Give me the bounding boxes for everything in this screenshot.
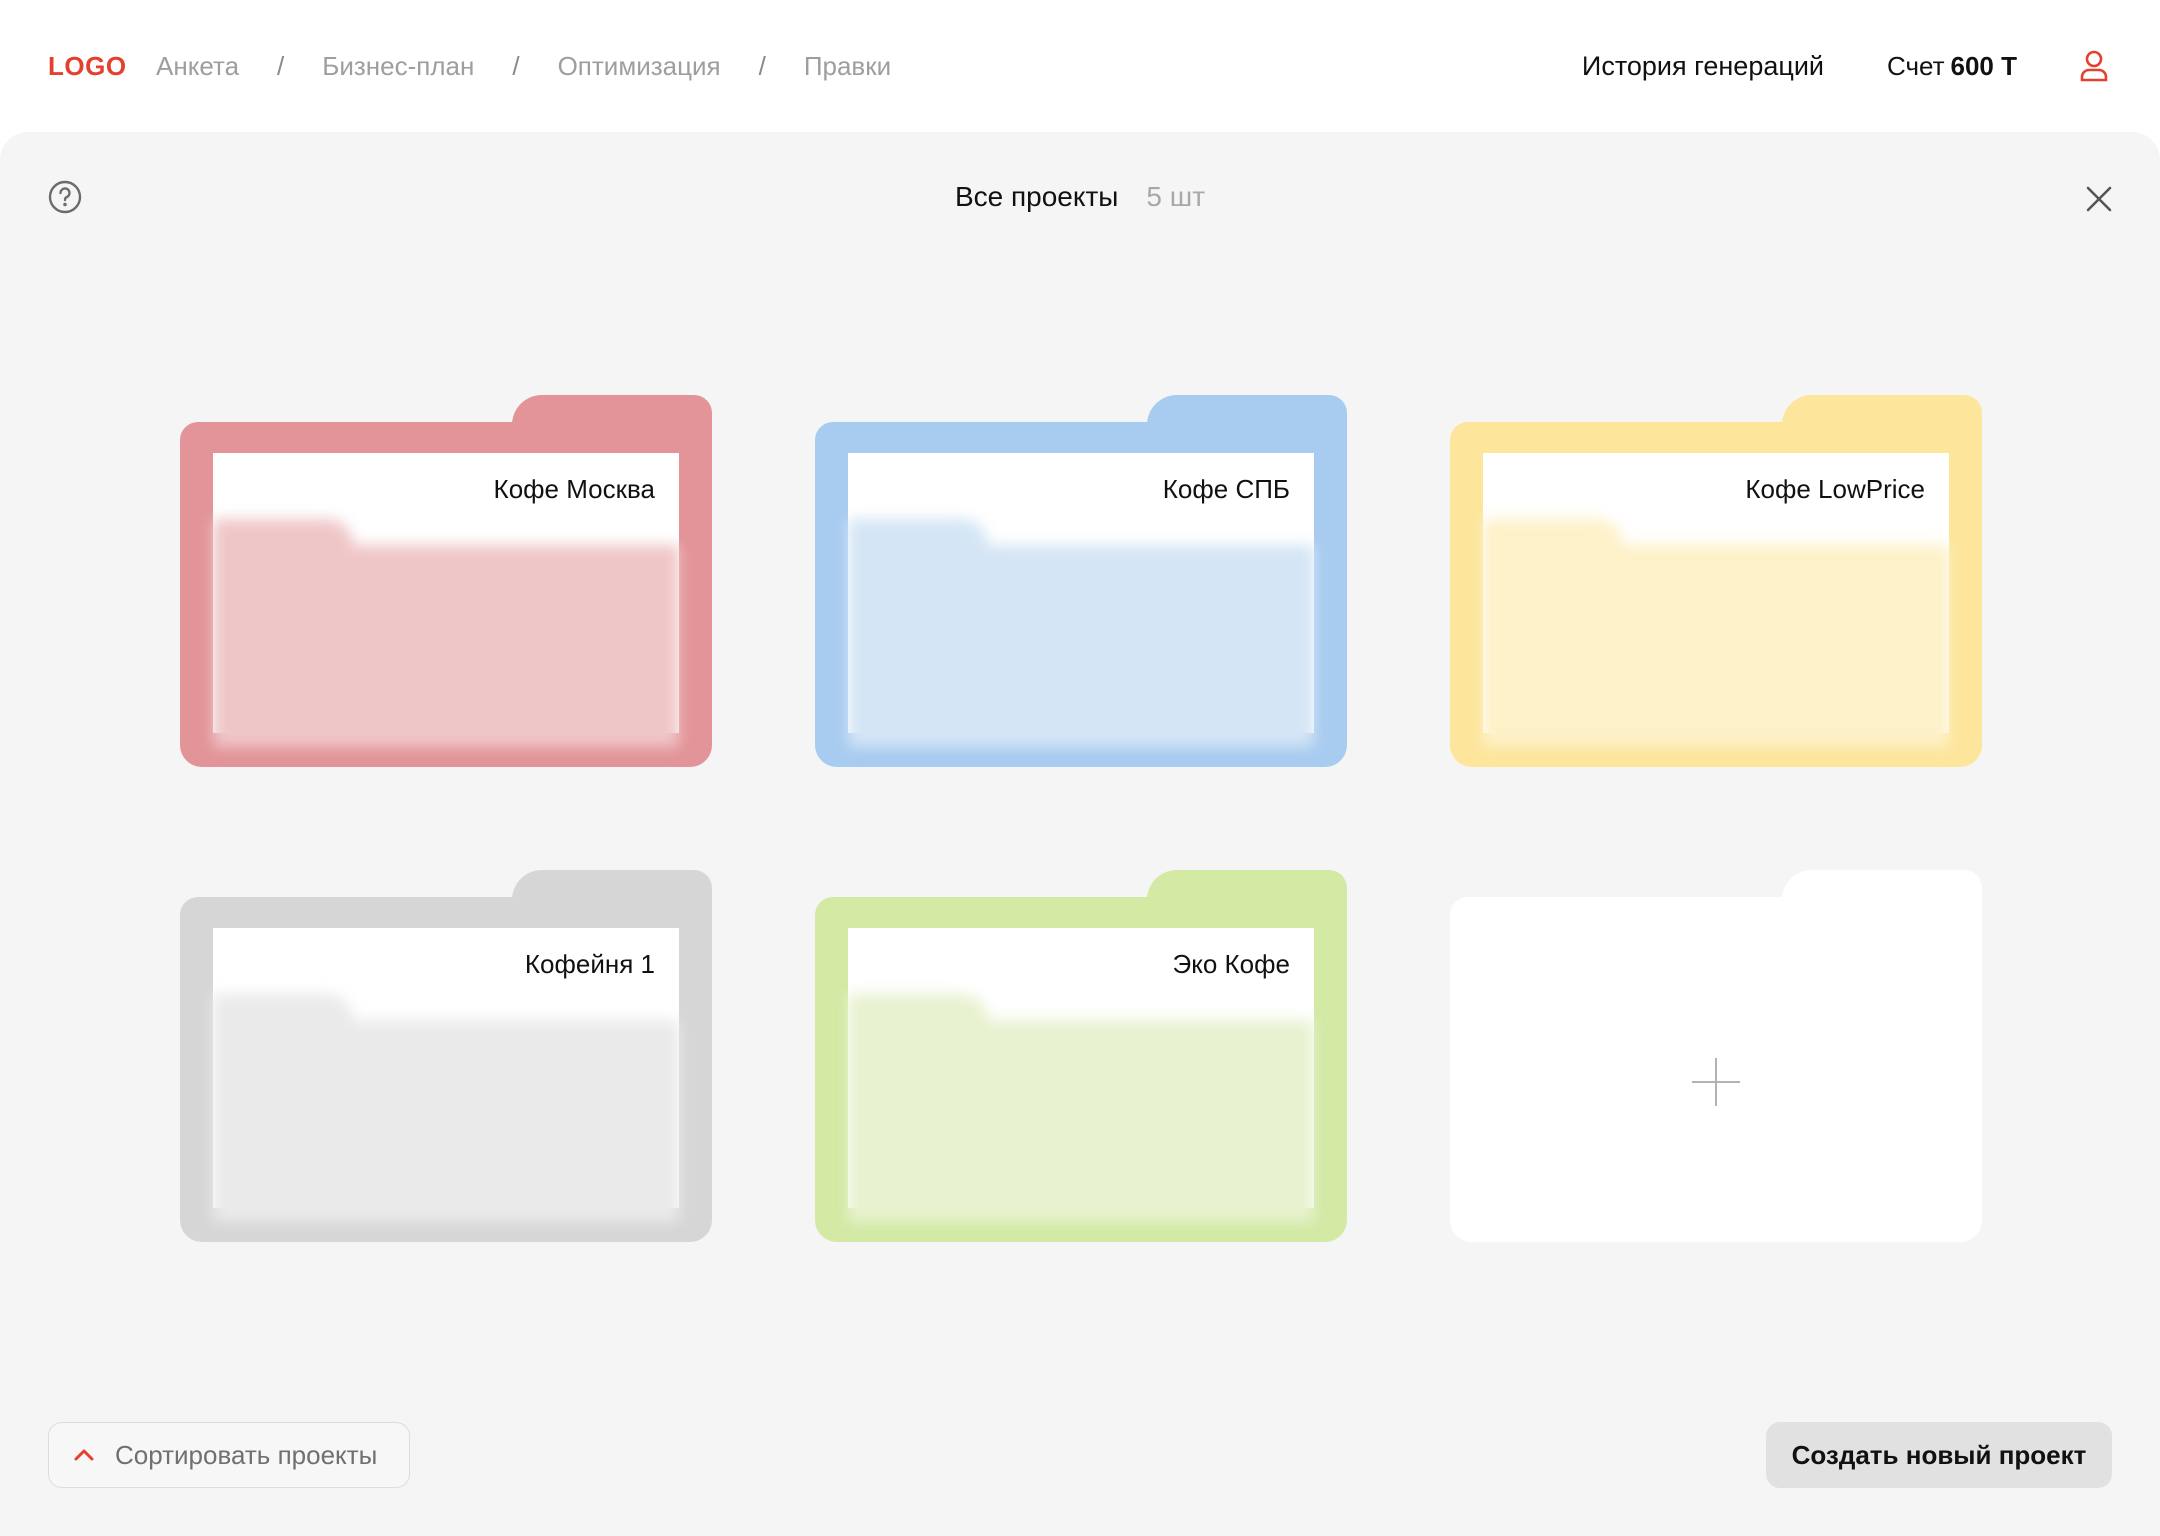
breadcrumb-separator: / [512, 51, 520, 81]
folder-pocket [213, 994, 679, 1222]
breadcrumb: Анкета / Бизнес-план / Оптимизация / Пра… [156, 50, 891, 82]
chevron-up-icon [74, 1449, 94, 1461]
folder-pocket [213, 519, 679, 747]
project-folder[interactable]: Эко Кофе [815, 870, 1347, 1242]
folder-pocket [848, 994, 1314, 1222]
breadcrumb-item-anketa[interactable]: Анкета [156, 50, 239, 82]
project-name: Кофейня 1 [524, 949, 655, 979]
projects-count: 5 шт [1146, 181, 1206, 212]
projects-panel: Все проекты 5 шт Кофе Москва Кофе СПБ Коф… [0, 132, 2160, 1536]
close-icon[interactable] [2082, 182, 2116, 216]
logo[interactable]: LOGO [48, 50, 127, 82]
project-folder[interactable]: Кофе Москва [180, 395, 712, 767]
project-name: Кофе Москва [493, 474, 655, 504]
folder-pocket [1483, 519, 1949, 747]
breadcrumb-separator: / [758, 51, 766, 81]
project-folder[interactable]: Кофейня 1 [180, 870, 712, 1242]
project-name: Эко Кофе [1172, 949, 1291, 979]
account-balance: Счет 600 Т [1887, 50, 2017, 82]
sort-projects-button[interactable]: Сортировать проекты [48, 1422, 410, 1488]
generation-history-link[interactable]: История генераций [1582, 50, 1824, 82]
page-title-text: Все проекты [954, 181, 1119, 212]
user-icon[interactable] [2076, 48, 2112, 84]
balance-amount: 600 Т [1950, 51, 2018, 81]
project-name: Кофе СПБ [1162, 474, 1290, 504]
balance-label: Счет [1886, 51, 1945, 81]
top-bar: LOGO Анкета / Бизнес-план / Оптимизация … [0, 0, 2160, 132]
create-new-project-button[interactable]: Создать новый проект [1766, 1422, 2112, 1488]
plus-icon [1692, 1058, 1740, 1106]
project-folder[interactable]: Кофе СПБ [815, 395, 1347, 767]
project-name: Кофе LowPrice [1745, 474, 1925, 504]
sort-projects-label: Сортировать проекты [115, 1440, 378, 1470]
new-project-tile[interactable] [1450, 870, 1982, 1242]
breadcrumb-item-optimization[interactable]: Оптимизация [558, 50, 721, 82]
project-folder[interactable]: Кофе LowPrice [1450, 395, 1982, 767]
page-title: Все проекты 5 шт [0, 180, 2160, 214]
breadcrumb-item-edits[interactable]: Правки [804, 50, 891, 82]
breadcrumb-separator: / [277, 51, 285, 81]
breadcrumb-item-business-plan[interactable]: Бизнес-план [322, 50, 474, 82]
folder-pocket [848, 519, 1314, 747]
